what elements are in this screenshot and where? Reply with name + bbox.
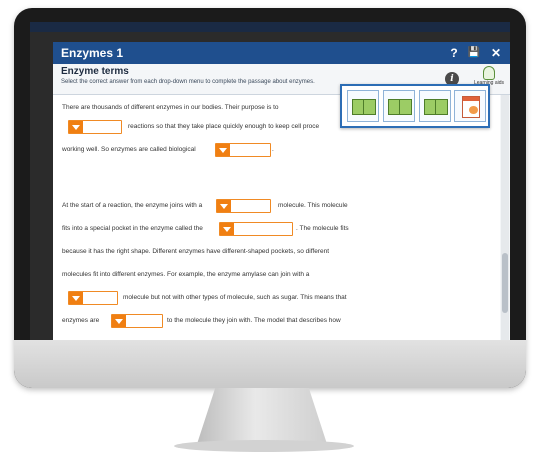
close-button[interactable]: ✕ <box>488 45 504 61</box>
book-icon <box>424 99 448 115</box>
scrollbar[interactable] <box>501 95 509 340</box>
passage-area: There are thousands of different enzymes… <box>53 95 500 340</box>
passage-line: molecule but not with other types of mol… <box>123 294 347 301</box>
answer-dropdown-1[interactable] <box>68 120 122 134</box>
passage-line: to the molecule they join with. The mode… <box>167 317 341 324</box>
monitor-base <box>174 440 354 452</box>
title-bar: Enzymes 1 ? 💾 ✕ <box>53 42 510 64</box>
answer-dropdown-6[interactable] <box>111 314 163 328</box>
passage-line: because it has the right shape. Differen… <box>62 248 330 255</box>
screen: Enzymes 1 ? 💾 ✕ Enzyme terms Select the … <box>30 22 510 340</box>
chevron-down-icon <box>220 223 234 235</box>
learning-aids-panel <box>340 84 490 128</box>
passage-line: enzymes are <box>62 317 100 324</box>
book-icon <box>388 99 412 115</box>
answer-dropdown-3[interactable] <box>216 199 271 213</box>
passage-line: . <box>272 146 274 153</box>
learning-aid-document[interactable] <box>454 90 486 122</box>
answer-dropdown-4[interactable] <box>219 222 293 236</box>
chevron-down-icon <box>69 121 83 133</box>
passage-line: There are thousands of different enzymes… <box>62 104 279 111</box>
instructions: Select the correct answer from each drop… <box>61 79 315 85</box>
passage-line: reactions so that they take place quickl… <box>128 123 320 130</box>
chevron-down-icon <box>217 200 231 212</box>
passage-line: molecules fit into different enzymes. Fo… <box>62 271 310 278</box>
help-button[interactable]: ? <box>446 45 462 61</box>
chevron-down-icon <box>112 315 126 327</box>
passage-line: molecule. This molecule <box>278 202 348 209</box>
passage-line: fits into a special pocket in the enzyme… <box>62 225 203 232</box>
passage-line: . The molecule fits <box>296 225 349 232</box>
lightbulb-icon <box>483 66 495 80</box>
document-icon <box>462 96 480 118</box>
learning-aid-book-3[interactable] <box>419 90 451 122</box>
save-icon[interactable]: 💾 <box>466 45 482 61</box>
monitor-stand <box>197 388 327 444</box>
page-title: Enzyme terms <box>61 66 129 77</box>
passage-line: working well. So enzymes are called biol… <box>62 146 196 153</box>
chevron-down-icon <box>69 292 83 304</box>
answer-dropdown-2[interactable] <box>215 143 271 157</box>
learning-aid-book-1[interactable] <box>347 90 379 122</box>
scrollbar-thumb[interactable] <box>502 253 508 313</box>
chevron-down-icon <box>216 144 230 156</box>
learning-aid-book-2[interactable] <box>383 90 415 122</box>
background-nav-strip <box>30 22 510 32</box>
answer-dropdown-5[interactable] <box>68 291 118 305</box>
monitor-chin <box>14 340 526 388</box>
window-title: Enzymes 1 <box>61 46 124 60</box>
book-icon <box>352 99 376 115</box>
passage-line: At the start of a reaction, the enzyme j… <box>62 202 203 209</box>
